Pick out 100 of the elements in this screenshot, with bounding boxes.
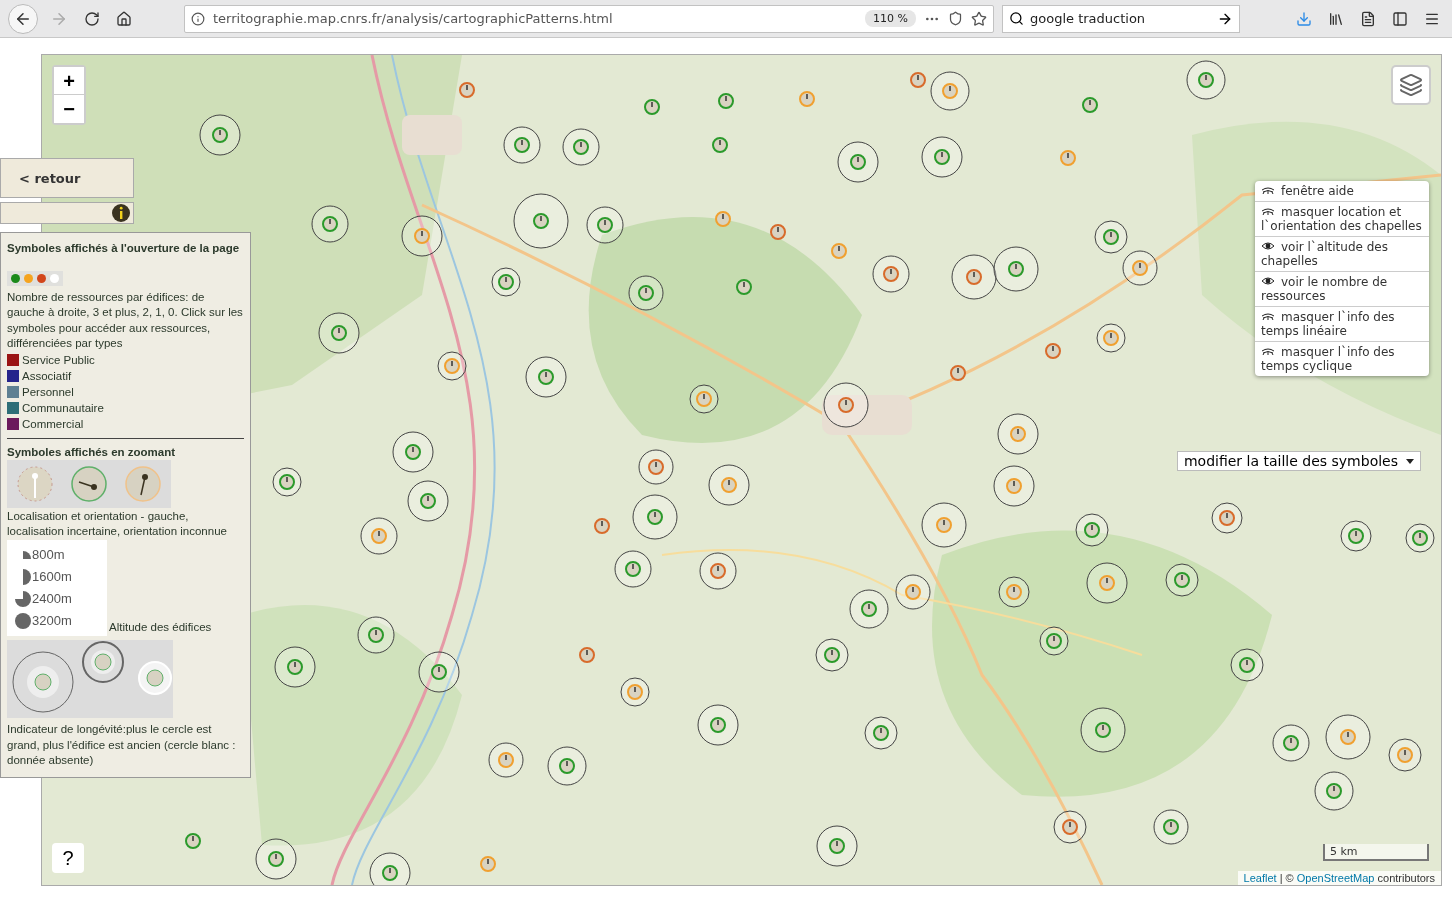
map-marker-icon[interactable] [436,350,468,382]
orientation-icon [69,464,109,504]
map-marker-icon[interactable] [920,135,964,179]
map-marker-icon[interactable] [406,479,450,523]
leaflet-link[interactable]: Leaflet [1243,872,1277,884]
search-field[interactable]: google traduction [1002,4,1240,33]
legend-text: Localisation et orientation - gauche, localisation incertaine, orientation inconnue [7,508,228,539]
map-marker-icon[interactable] [1387,737,1423,773]
map-marker-icon[interactable] [863,715,899,751]
openstreetmap-link[interactable]: OpenStreetMap [1296,872,1375,884]
map-marker-icon[interactable] [1079,706,1127,754]
map-marker-icon[interactable] [1074,512,1110,548]
closed-eye-icon [1261,313,1275,321]
map-marker-icon[interactable] [1093,219,1129,255]
map-marker-icon[interactable] [637,448,675,486]
map-marker-icon[interactable] [561,127,601,167]
help-button[interactable]: ? [52,843,84,873]
url-text: territographie.map.cnrs.fr/analysis/cartographicPatterns.html [213,11,614,26]
map-marker-icon[interactable] [524,355,568,399]
map-marker-icon[interactable] [997,575,1031,609]
map-marker-icon[interactable] [1271,723,1311,763]
symbol-size-select[interactable]: modifier la taille des symboles [1176,451,1421,471]
map-marker-icon[interactable] [848,588,890,630]
map-marker-icon[interactable] [1038,625,1070,657]
map-marker-icon[interactable] [920,501,968,549]
map-marker-icon[interactable] [992,245,1040,293]
type-label: Associatif [22,368,72,384]
map-marker-icon[interactable] [871,254,911,294]
map-marker-icon[interactable] [1313,770,1355,812]
map-marker-icon[interactable] [698,551,738,591]
map-marker-icon[interactable] [1095,322,1127,354]
map-marker-icon[interactable] [929,70,971,112]
map-marker-icon[interactable] [814,637,850,673]
map-marker-icon[interactable] [1085,561,1129,605]
map-marker-icon[interactable] [1229,647,1265,683]
layer-menu-item[interactable]: masquer location et l`orientation des chapelles [1255,202,1429,237]
map-marker-icon[interactable] [822,381,870,429]
map-marker-icon[interactable] [688,383,720,415]
map-marker-icon[interactable] [1164,562,1200,598]
map-marker-icon[interactable] [613,549,653,589]
layer-menu-item[interactable]: masquer l`info des temps cyclique [1255,342,1429,376]
map-marker-icon[interactable] [273,645,317,689]
layer-menu-item[interactable]: voir le nombre de ressources [1255,272,1429,307]
map-marker-icon[interactable] [487,741,525,779]
map-marker-icon[interactable] [512,192,570,250]
shield-icon[interactable] [948,11,963,26]
info-icon[interactable] [111,203,131,223]
map-marker-icon[interactable] [992,464,1036,508]
layers-icon [1399,72,1423,98]
map-marker-icon[interactable] [707,463,751,507]
eye-icon [1261,241,1275,251]
altitude-pie-icon [23,550,31,559]
map-marker-icon[interactable] [1324,713,1372,761]
layer-menu-item[interactable]: masquer l`info des temps linéaire [1255,307,1429,342]
star-icon[interactable] [971,10,987,27]
zoom-in-button[interactable]: + [54,67,84,95]
map-marker-icon[interactable] [815,824,859,868]
altitude-pie-icon [15,612,31,629]
map-marker-icon[interactable] [1404,522,1436,554]
layer-menu-item[interactable]: voir l`altitude des chapelles [1255,237,1429,272]
map-marker-icon[interactable] [631,493,679,541]
map-marker-icon[interactable] [254,837,298,881]
map-marker-icon[interactable] [836,140,880,184]
map-marker-icon[interactable] [391,430,435,474]
altitude-label: 800m [32,546,65,563]
closed-eye-icon [1261,208,1275,216]
back-button[interactable] [8,3,38,34]
map-marker-icon[interactable] [950,253,998,301]
map-marker-icon[interactable] [310,204,350,244]
map-marker-icon[interactable] [400,214,444,258]
address-bar[interactable]: territographie.map.cnrs.fr/analysis/cartographicPatterns.html 110 % [184,4,994,33]
map-marker-icon[interactable] [317,311,361,355]
map-marker-icon[interactable] [1121,249,1159,287]
layers-button[interactable] [1391,65,1431,105]
map-marker-icon[interactable] [502,125,542,165]
map-marker-icon[interactable] [627,274,665,312]
map-marker-icon[interactable] [996,412,1040,456]
map-marker-icon[interactable] [619,676,651,708]
map-marker-icon[interactable] [1052,809,1088,845]
map-marker-icon[interactable] [1210,501,1244,535]
map-marker-icon[interactable] [359,516,399,556]
map-marker-icon[interactable] [1339,519,1373,553]
map-marker-icon[interactable] [1185,59,1227,101]
map-marker-icon[interactable] [585,205,625,245]
zoom-level[interactable]: 110 % [865,10,916,27]
legend-text: Nombre de ressources par édifices: de gauche à droite, 3 et plus, 2, 1, 0. Click sur les symboles pour accéder aux ressources, différenciées par types [7,289,244,351]
map-marker-icon[interactable] [490,266,522,298]
map-marker-icon[interactable] [696,703,740,747]
info-icon [191,11,205,26]
map-marker-icon[interactable] [546,745,588,787]
map-marker-icon[interactable] [198,113,242,157]
map-marker-icon[interactable] [356,615,396,655]
map-marker-icon[interactable] [368,851,412,885]
back-link[interactable]: < retour [0,158,134,198]
map-marker-icon[interactable] [894,573,932,611]
map-marker-icon[interactable] [271,466,303,498]
layer-menu-item[interactable]: fenêtre aide [1255,181,1429,202]
map-marker-icon[interactable] [417,650,461,694]
map-marker-icon[interactable] [1152,808,1190,846]
uncertain-location-icon [15,464,55,504]
